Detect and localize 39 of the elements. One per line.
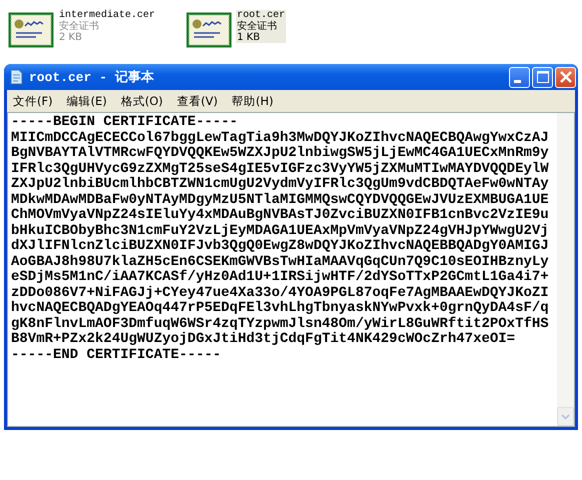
text-line: B8VmR+PZx2k24UgWUZyojDGxJtiHd3tjCdqFgTit4NK429cWOcZrh47xeOI=	[11, 332, 516, 348]
certificate-icon[interactable]	[186, 12, 232, 48]
text-line: MIICmDCCAgECECCol67bggLewTagTia9h3MwDQYJKoZIhvcNAQECBQAwgYwxCzAJ	[11, 130, 549, 146]
file-size: 2 KB	[59, 32, 83, 43]
text-line: AoGBAJ8h98U7klaZH5cEn6CSEKmGWVBsTwHIaMAAVqGqCUn7Q9C10sEOIHBznyLy	[11, 254, 549, 270]
chevron-down-icon	[561, 414, 570, 420]
file-name: intermediate.cer	[59, 10, 156, 21]
certificate-icon[interactable]	[8, 12, 54, 48]
text-line: hvcNAQECBQADgYEAOq447rP5EDqFEl3vhLhgTbnyaskNYwPvxk+0grnQyDA4sF/q	[11, 301, 549, 316]
text-line: eSDjMs5M1nC/iAA7KCASf/yHz0Ad1U+1IRSijwHTF/2dYSoTTxP2GCmtL1Ga4i7+	[11, 270, 549, 286]
text-line: MDkwMDAwMDBaFw0yNTAyMDgyMzU5NTlaMIGMMQswCQYDVQQGEwJVUzEXMBUGA1UE	[11, 192, 549, 208]
maximize-button[interactable]	[532, 66, 553, 88]
text-line: BgNVBAYTAlVTMRcwFQYDVQQKEw5WZXJpU2lnbiwgSW5jLjEwMC4GA1UECxMnRm9y	[11, 146, 549, 162]
file-size: 1 KB	[237, 32, 261, 43]
close-button[interactable]	[555, 66, 576, 88]
minimize-icon	[514, 80, 520, 82]
menu-item[interactable]: 格式(O)	[120, 94, 163, 108]
text-line: dXJlIFNlcnZlciBUZXN0IFJvb3QgQ0EwgZ8wDQYJKoZIhvcNAQEBBQADgY0AMIGJ	[11, 239, 549, 254]
scrollbar[interactable]	[557, 113, 574, 426]
minimize-button[interactable]	[509, 66, 530, 88]
text-line: -----BEGIN CERTIFICATE-----	[11, 115, 238, 130]
text-line: zDDo086V7+NiFAGJj+CYey47ue4Xa33o/4YOA9PGL87oqFe7AgMBAAEwDQYJKoZI	[11, 286, 549, 300]
notepad-icon	[9, 69, 23, 85]
text-line: IFRlc3QgUHVycG9zZXMgT25seS4gIE5vIGFzc3VyYW5jZXMuMTIwMAYDVQQDEylW	[11, 162, 549, 176]
menu-item[interactable]: 文件(F)	[13, 94, 53, 108]
menu-item[interactable]: 查看(V)	[176, 94, 218, 108]
text-line: ZXJpU2lnbiBUcmlhbCBTZWN1cmUgU2VydmVyIFRlc3QgUm9vdCBDQTAeFw0wNTAy	[11, 177, 549, 192]
file-type: 安全证书	[59, 21, 100, 32]
text-line: bHkuICBObyBhc3N1cmFuY2VzLjEyMDAGA1UEAxMpVmVyaVNpZ24gVHJpYWwgU2Vj	[11, 224, 549, 238]
text-line: gK8nFlnvLmAOF3DmfuqW6WSr4zqTYzpwmJlsn48Om/yWirL8GuWRftit2POxTfHS	[11, 316, 549, 332]
window-title: root.cer - 记事本	[29, 69, 155, 86]
file-name: root.cer	[237, 10, 286, 21]
menu-item[interactable]: 帮助(H)	[232, 94, 274, 108]
text-line: ChMOVmVyaVNpZ24sIEluYy4xMDAuBgNVBAsTJ0ZvciBUZXN0IFB1cnBvc2VzIE9u	[11, 208, 549, 224]
menu-item[interactable]: 编辑(E)	[66, 94, 107, 108]
text-line: -----END CERTIFICATE-----	[11, 348, 222, 363]
close-icon	[560, 71, 572, 83]
maximize-icon	[536, 71, 548, 83]
file-type: 安全证书	[237, 21, 278, 32]
